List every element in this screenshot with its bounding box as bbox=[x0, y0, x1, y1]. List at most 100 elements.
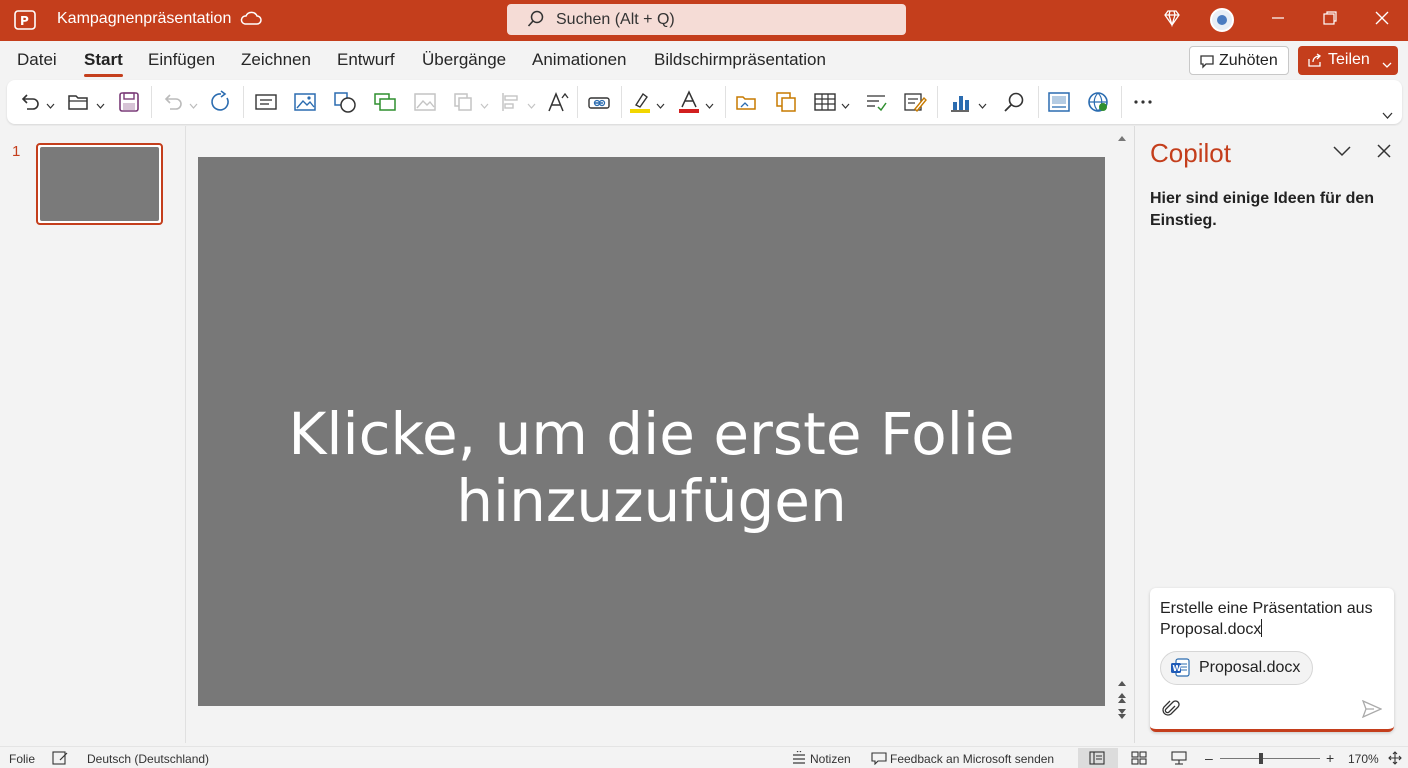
copilot-prompt-input[interactable]: Erstelle eine Präsentation aus Proposal.… bbox=[1160, 598, 1384, 640]
slide-thumbnail-pane: 1 bbox=[0, 126, 186, 743]
slide-sorter-icon[interactable] bbox=[1131, 751, 1147, 768]
ribbon-separator bbox=[937, 86, 938, 118]
chevron-down-icon[interactable] bbox=[978, 97, 987, 115]
copilot-prompt-box[interactable]: Erstelle eine Präsentation aus Proposal.… bbox=[1150, 588, 1394, 732]
designer-icon[interactable] bbox=[1047, 90, 1071, 114]
title-bar: P Kampagnenpräsentation Suchen (Alt + Q) bbox=[0, 0, 1408, 41]
font-color-icon[interactable] bbox=[677, 90, 701, 114]
copilot-title: Copilot bbox=[1150, 138, 1231, 168]
zoom-slider-track[interactable] bbox=[1220, 758, 1320, 759]
zoom-level[interactable]: 170% bbox=[1348, 752, 1379, 766]
notes-button[interactable]: Notizen bbox=[810, 752, 851, 766]
svg-text:P: P bbox=[20, 14, 29, 28]
cloud-saved-icon[interactable] bbox=[240, 11, 262, 32]
zoom-out-button[interactable]: – bbox=[1205, 750, 1213, 766]
search-placeholder: Suchen (Alt + Q) bbox=[556, 11, 675, 28]
picture-icon[interactable] bbox=[293, 90, 317, 114]
slide-placeholder-text[interactable]: Klicke, um die erste Folie hinzuzufügen bbox=[198, 401, 1105, 535]
slide-editor: Klicke, um die erste Folie hinzuzufügen bbox=[187, 126, 1133, 743]
listen-button[interactable]: Zuhöten bbox=[1189, 46, 1289, 75]
link-icon[interactable] bbox=[587, 90, 611, 114]
copilot-prompt-text: Erstelle eine Präsentation aus Proposal.… bbox=[1160, 600, 1373, 638]
notes-icon[interactable] bbox=[792, 749, 806, 768]
highlight-color-icon[interactable] bbox=[628, 90, 652, 114]
insert-picture-icon[interactable] bbox=[734, 90, 758, 114]
check-icon[interactable] bbox=[864, 90, 888, 114]
fit-to-window-icon[interactable] bbox=[1387, 751, 1403, 768]
chevron-down-icon[interactable] bbox=[96, 97, 105, 115]
slide-canvas[interactable]: Klicke, um die erste Folie hinzuzufügen bbox=[198, 157, 1105, 706]
attachment-chip[interactable]: W Proposal.docx bbox=[1160, 651, 1314, 685]
tab-uebergaenge[interactable]: Übergänge bbox=[422, 50, 506, 70]
tab-bildschirmpraesentation[interactable]: Bildschirmpräsentation bbox=[654, 50, 826, 70]
powerpoint-app-icon: P bbox=[14, 10, 36, 30]
close-icon[interactable] bbox=[1377, 144, 1391, 163]
text-box-icon[interactable] bbox=[254, 90, 278, 114]
word-document-icon: W bbox=[1170, 658, 1190, 690]
ribbon-separator bbox=[1038, 86, 1039, 118]
chevron-down-icon[interactable] bbox=[705, 97, 714, 115]
more-icon[interactable] bbox=[1131, 90, 1155, 114]
tab-entwurf[interactable]: Entwurf bbox=[337, 50, 395, 70]
attachment-label: Proposal.docx bbox=[1199, 659, 1301, 676]
copilot-intro-text: Hier sind einige Ideen für den Einstieg. bbox=[1150, 190, 1375, 229]
find-icon[interactable] bbox=[1002, 90, 1026, 114]
ribbon-separator bbox=[243, 86, 244, 118]
chevron-down-icon bbox=[189, 97, 198, 115]
search-icon bbox=[527, 10, 545, 33]
ribbon-separator bbox=[577, 86, 578, 118]
feedback-button[interactable]: Feedback an Microsoft senden bbox=[890, 752, 1054, 766]
shapes-icon[interactable] bbox=[333, 90, 357, 114]
accessibility-check-icon[interactable] bbox=[52, 751, 68, 768]
zoom-slider-thumb[interactable] bbox=[1259, 753, 1263, 764]
search-box[interactable]: Suchen (Alt + Q) bbox=[507, 4, 906, 35]
table-icon[interactable] bbox=[813, 90, 837, 114]
open-folder-icon[interactable] bbox=[66, 90, 90, 114]
ribbon-expand-chevron-icon[interactable] bbox=[1382, 107, 1393, 125]
restore-icon[interactable] bbox=[1320, 8, 1340, 33]
tab-datei[interactable]: Datei bbox=[17, 50, 57, 70]
tab-start[interactable]: Start bbox=[84, 50, 123, 77]
comment-icon bbox=[1199, 54, 1215, 74]
save-icon[interactable] bbox=[117, 90, 141, 114]
feedback-icon[interactable] bbox=[871, 751, 887, 768]
chevron-down-icon[interactable] bbox=[1382, 56, 1392, 74]
share-button[interactable]: Teilen bbox=[1298, 46, 1398, 75]
font-size-icon[interactable] bbox=[546, 90, 570, 114]
tab-animationen[interactable]: Animationen bbox=[532, 50, 627, 70]
ribbon-separator bbox=[151, 86, 152, 118]
minimize-icon[interactable] bbox=[1268, 8, 1288, 33]
chevron-down-icon[interactable] bbox=[46, 97, 55, 115]
ribbon-separator bbox=[621, 86, 622, 118]
chevron-down-icon[interactable] bbox=[1333, 144, 1351, 162]
ribbon-toolbar bbox=[7, 80, 1402, 124]
chevron-down-icon[interactable] bbox=[841, 97, 850, 115]
object-icon[interactable] bbox=[774, 90, 798, 114]
normal-view-icon[interactable] bbox=[1089, 751, 1105, 768]
scroll-up-icon[interactable] bbox=[1117, 129, 1127, 147]
tab-einfuegen[interactable]: Einfügen bbox=[148, 50, 215, 70]
redo-icon[interactable] bbox=[209, 90, 233, 114]
share-icon bbox=[1307, 53, 1323, 73]
edit-icon[interactable] bbox=[903, 90, 927, 114]
chevron-down-icon[interactable] bbox=[656, 97, 665, 115]
send-icon[interactable] bbox=[1361, 699, 1383, 723]
tab-zeichnen[interactable]: Zeichnen bbox=[241, 50, 311, 70]
new-slide-icon[interactable] bbox=[373, 90, 397, 114]
status-bar: Folie Deutsch (Deutschland) Notizen Feed… bbox=[0, 746, 1408, 768]
globe-icon[interactable] bbox=[1086, 90, 1110, 114]
premium-diamond-icon[interactable] bbox=[1162, 8, 1182, 33]
close-window-icon[interactable] bbox=[1372, 8, 1392, 33]
next-slide-icon[interactable] bbox=[1117, 707, 1127, 725]
menu-bar: Datei Start Einfügen Zeichnen Entwurf Üb… bbox=[0, 41, 1408, 79]
profile-avatar-icon[interactable] bbox=[1210, 8, 1234, 32]
language-indicator[interactable]: Deutsch (Deutschland) bbox=[87, 752, 209, 766]
slideshow-icon[interactable] bbox=[1171, 751, 1187, 768]
slide-thumbnail[interactable] bbox=[36, 143, 163, 225]
zoom-in-button[interactable]: + bbox=[1326, 750, 1334, 766]
undo-icon[interactable] bbox=[18, 90, 42, 114]
chart-icon[interactable] bbox=[948, 90, 972, 114]
scroll-up-small-icon[interactable] bbox=[1117, 674, 1127, 692]
attach-icon[interactable] bbox=[1162, 700, 1180, 723]
slide-label: Folie bbox=[9, 752, 36, 766]
